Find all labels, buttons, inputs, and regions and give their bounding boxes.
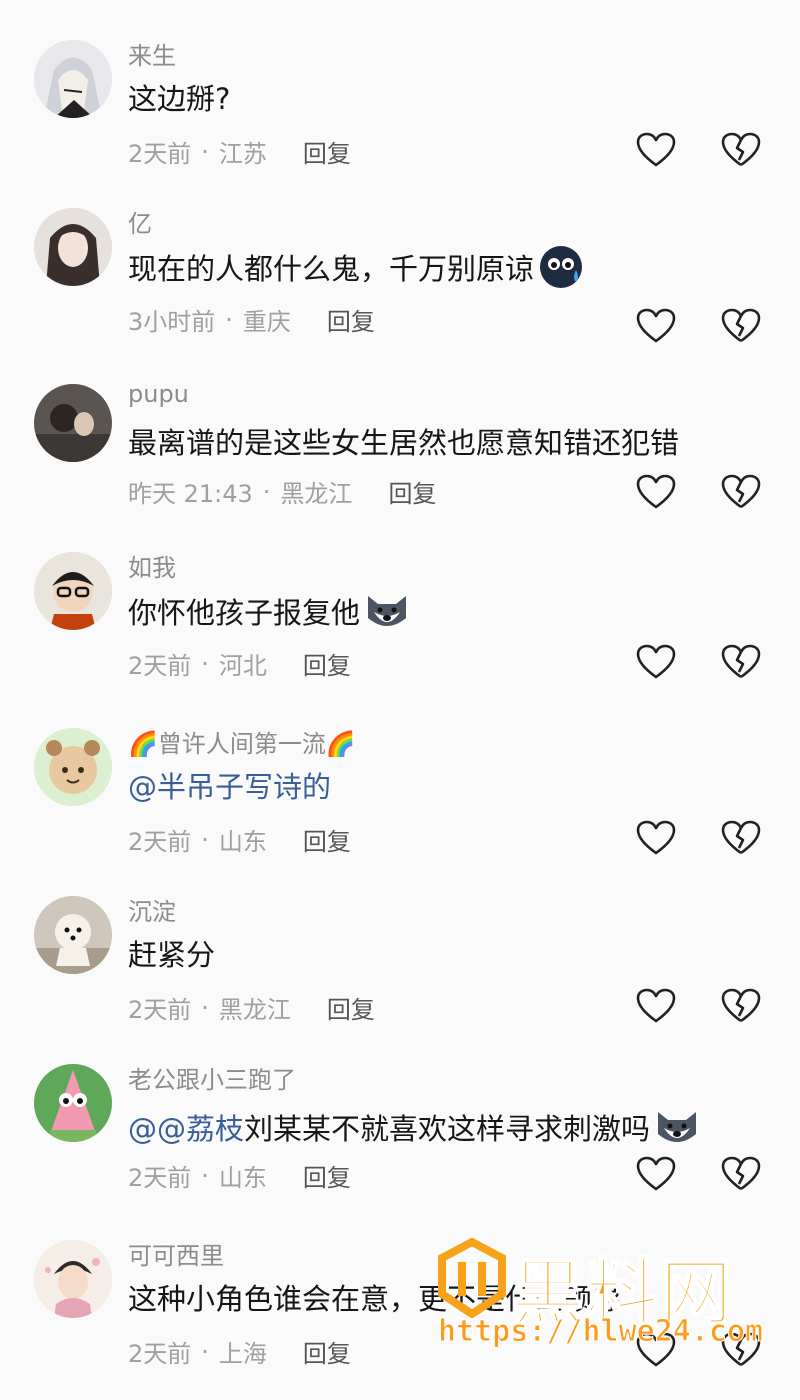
- avatar[interactable]: [34, 728, 112, 806]
- reply-button[interactable]: 回复: [303, 646, 351, 681]
- comment-item: 如我 你怀他孩子报复他 2天前 · 河北 回复: [0, 552, 800, 712]
- broken-heart-icon[interactable]: [721, 308, 761, 344]
- avatar[interactable]: [34, 552, 112, 630]
- comment-text: 这边掰?: [128, 76, 230, 118]
- comment-text: 你怀他孩子报复他: [128, 588, 410, 634]
- comment-location: 黑龙江: [218, 996, 291, 1024]
- dot-separator: ·: [201, 993, 209, 1022]
- comment-time: 2天前: [128, 828, 192, 856]
- avatar[interactable]: [34, 40, 112, 118]
- broken-heart-icon[interactable]: [721, 1156, 761, 1192]
- heart-icon[interactable]: [636, 308, 676, 344]
- watermark: 黑料网 https://hlwe24.com: [432, 1236, 772, 1356]
- comment-location: 重庆: [242, 308, 291, 336]
- comment-body: 这边掰?: [128, 82, 231, 116]
- comment-author[interactable]: 沉淀: [128, 892, 176, 927]
- avatar[interactable]: [34, 208, 112, 286]
- mention-link[interactable]: @半吊子写诗的: [128, 764, 331, 806]
- husky-emoji-icon: [368, 596, 407, 626]
- comment-time: 2天前: [128, 140, 192, 168]
- comment-meta: 2天前 · 河北 回复: [128, 646, 351, 681]
- heart-icon[interactable]: [636, 1156, 676, 1192]
- dot-separator: ·: [201, 137, 209, 166]
- comment-author[interactable]: 🌈曾许人间第一流🌈: [128, 724, 356, 759]
- avatar[interactable]: [34, 1064, 112, 1142]
- husky-emoji-icon: [658, 1112, 697, 1142]
- comment-text: @半吊子写诗的: [128, 764, 331, 806]
- comment-time: 昨天 21:43: [128, 480, 253, 508]
- comment-meta: 2天前 · 山东 回复: [128, 1158, 351, 1193]
- comment-body: 现在的人都什么鬼，千万别原谅: [128, 252, 535, 286]
- comment-location: 江苏: [218, 140, 267, 168]
- comment-body: 赶紧分: [128, 938, 216, 972]
- comment-meta: 3小时前 · 重庆 回复: [128, 302, 375, 337]
- watermark-logo-icon: [438, 1238, 506, 1318]
- comment-author[interactable]: 亿: [128, 204, 152, 239]
- comment-author[interactable]: pupu: [128, 380, 189, 408]
- dot-separator: ·: [201, 1337, 209, 1366]
- comment-item: pupu 最离谱的是这些女生居然也愿意知错还犯错 昨天 21:43 · 黑龙江 回复: [0, 380, 800, 544]
- comment-item: 老公跟小三跑了 @@荔枝 刘某某不就喜欢这样寻求刺激吗 2天前 · 山东 回复: [0, 1064, 800, 1224]
- comment-text: 现在的人都什么鬼，千万别原谅: [128, 244, 584, 290]
- reply-button[interactable]: 回复: [327, 302, 375, 337]
- comment-time: 2天前: [128, 996, 192, 1024]
- comment-author[interactable]: 老公跟小三跑了: [128, 1060, 296, 1095]
- comment-time: 2天前: [128, 1340, 192, 1368]
- dot-separator: ·: [201, 1161, 209, 1190]
- comment-text: 最离谱的是这些女生居然也愿意知错还犯错: [128, 420, 679, 462]
- comment-location: 河北: [218, 652, 267, 680]
- comment-author[interactable]: 可可西里: [128, 1236, 224, 1271]
- watermark-url: https://hlwe24.com: [437, 1314, 764, 1350]
- comment-meta: 2天前 · 江苏 回复: [128, 134, 351, 169]
- reply-button[interactable]: 回复: [303, 822, 351, 857]
- broken-heart-icon[interactable]: [721, 820, 761, 856]
- comment-time: 2天前: [128, 1164, 192, 1192]
- broken-heart-icon[interactable]: [721, 644, 761, 680]
- reply-button[interactable]: 回复: [388, 474, 436, 509]
- comment-meta: 2天前 · 山东 回复: [128, 822, 351, 857]
- heart-icon[interactable]: [636, 644, 676, 680]
- comment-time: 2天前: [128, 652, 192, 680]
- dot-separator: ·: [225, 305, 233, 334]
- heart-icon[interactable]: [636, 820, 676, 856]
- comment-text: @@荔枝 刘某某不就喜欢这样寻求刺激吗: [128, 1104, 700, 1150]
- comment-text: 赶紧分: [128, 932, 215, 974]
- comment-location: 山东: [218, 1164, 267, 1192]
- comment-location: 黑龙江: [280, 480, 353, 508]
- comment-meta: 2天前 · 黑龙江 回复: [128, 990, 375, 1025]
- mention-link[interactable]: @@荔枝: [128, 1106, 244, 1148]
- heart-icon[interactable]: [636, 474, 676, 510]
- heart-icon[interactable]: [636, 132, 676, 168]
- reply-button[interactable]: 回复: [327, 990, 375, 1025]
- heart-icon[interactable]: [636, 988, 676, 1024]
- comment-meta: 2天前 · 上海 回复: [128, 1334, 351, 1369]
- comment-item: 沉淀 赶紧分 2天前 · 黑龙江 回复: [0, 896, 800, 1056]
- comment-item: 亿 现在的人都什么鬼，千万别原谅 3小时前 · 重庆 回复: [0, 208, 800, 368]
- reply-button[interactable]: 回复: [303, 134, 351, 169]
- dot-separator: ·: [201, 649, 209, 678]
- dot-separator: ·: [262, 477, 271, 506]
- dot-separator: ·: [201, 825, 209, 854]
- avatar[interactable]: [34, 1240, 112, 1318]
- broken-heart-icon[interactable]: [721, 474, 761, 510]
- comment-body: 你怀他孩子报复他: [128, 596, 361, 630]
- reply-button[interactable]: 回复: [303, 1334, 351, 1369]
- comment-body: 最离谱的是这些女生居然也愿意知错还犯错: [128, 426, 680, 460]
- broken-heart-icon[interactable]: [721, 988, 761, 1024]
- sweat-emoji-icon: [540, 246, 583, 288]
- broken-heart-icon[interactable]: [721, 132, 761, 168]
- comment-item: 来生 这边掰? 2天前 · 江苏 回复: [0, 40, 800, 200]
- comment-body: 刘某某不就喜欢这样寻求刺激吗: [244, 1112, 651, 1146]
- comment-location: 山东: [218, 828, 267, 856]
- comment-meta: 昨天 21:43 · 黑龙江 回复: [128, 474, 436, 509]
- avatar[interactable]: [34, 384, 112, 462]
- comment-author[interactable]: 来生: [128, 36, 176, 71]
- comment-location: 上海: [218, 1340, 267, 1368]
- comment-item: 🌈曾许人间第一流🌈 @半吊子写诗的 2天前 · 山东 回复: [0, 728, 800, 888]
- comment-author[interactable]: 如我: [128, 548, 176, 583]
- reply-button[interactable]: 回复: [303, 1158, 351, 1193]
- avatar[interactable]: [34, 896, 112, 974]
- comment-time: 3小时前: [128, 308, 216, 336]
